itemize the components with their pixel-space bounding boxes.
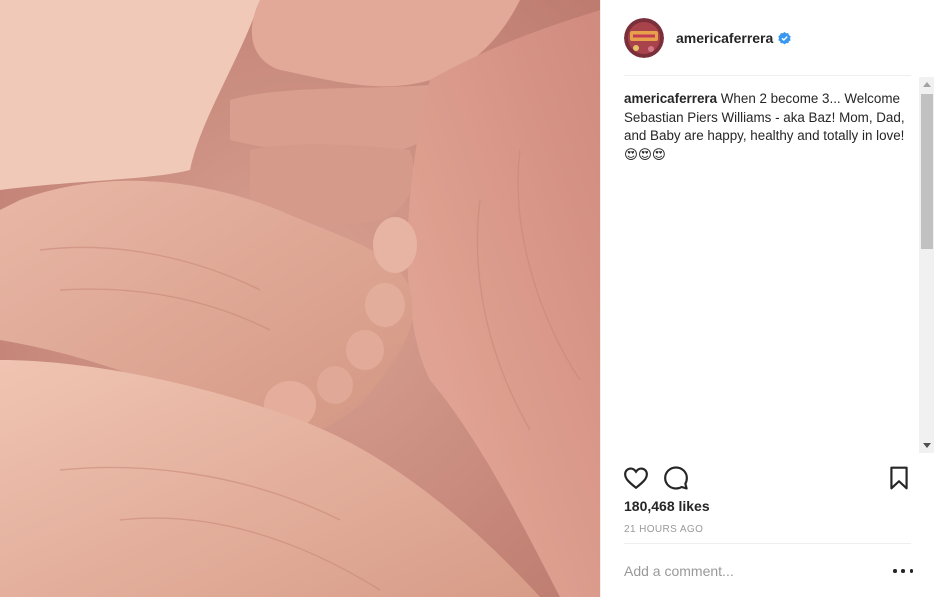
more-options-button[interactable] xyxy=(893,563,913,579)
save-button[interactable] xyxy=(886,465,912,491)
verified-badge-icon xyxy=(778,31,791,44)
comments-scrollbar[interactable] xyxy=(919,77,934,453)
header-username[interactable]: americaferrera xyxy=(676,30,773,46)
comment-button[interactable] xyxy=(663,465,689,491)
scroll-up-arrow-icon[interactable] xyxy=(923,82,931,87)
more-dot-icon xyxy=(909,569,913,573)
add-comment-input[interactable] xyxy=(624,560,874,582)
avatar-image xyxy=(624,18,664,58)
more-dot-icon xyxy=(893,569,897,573)
comments-list: americaferrera When 2 become 3... Welcom… xyxy=(624,90,914,450)
scroll-thumb[interactable] xyxy=(921,94,933,249)
likes-count[interactable]: 180,468 likes xyxy=(624,498,710,514)
heart-icon xyxy=(624,467,648,490)
baby-feet-in-hands-image xyxy=(0,0,600,597)
caption: americaferrera When 2 become 3... Welcom… xyxy=(624,90,914,164)
post-side-panel: americaferrera americaferrera When 2 bec… xyxy=(600,0,934,597)
caption-username[interactable]: americaferrera xyxy=(624,91,717,106)
action-bar xyxy=(601,462,934,494)
like-button[interactable] xyxy=(623,465,649,491)
post-photo[interactable] xyxy=(0,0,600,597)
comment-divider xyxy=(624,543,911,544)
avatar[interactable] xyxy=(624,18,664,58)
scroll-down-arrow-icon[interactable] xyxy=(923,443,931,448)
post-timestamp[interactable]: 21 HOURS AGO xyxy=(624,524,703,535)
bookmark-icon xyxy=(890,466,908,490)
comment-bubble-icon xyxy=(664,466,688,490)
header-divider xyxy=(624,75,911,76)
post-header: americaferrera xyxy=(601,0,934,76)
more-dot-icon xyxy=(901,569,905,573)
